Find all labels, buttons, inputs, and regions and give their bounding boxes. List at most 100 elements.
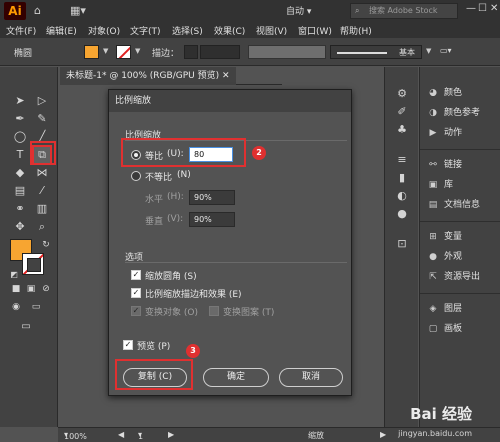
symbols-icon[interactable]: ♣ <box>395 123 409 137</box>
artboard-number[interactable]: 1 ▾ <box>138 430 143 441</box>
eyedropper-tool-icon[interactable]: ⁄ <box>34 183 50 199</box>
document-info-icon: ▤ <box>428 200 438 210</box>
variable-width-profile[interactable] <box>248 45 326 59</box>
appearance-icon: ● <box>429 252 437 262</box>
shape-type-label: 椭圆 <box>14 49 33 59</box>
selection-tool-icon[interactable]: ➤ <box>12 93 28 109</box>
stroke-color-swatch[interactable] <box>116 45 131 59</box>
draw-mode-icon[interactable]: ▭ <box>28 299 44 315</box>
document-tab-bar: 未标题-1* @ 100% (RGB/GPU 预览) ✕ <box>60 67 282 85</box>
panel-document-info[interactable]: ▤ 文档信息 <box>426 197 480 213</box>
none-mode-icon[interactable]: ⊘ <box>38 281 54 297</box>
zoom-level[interactable]: 100% ▾ <box>64 430 87 441</box>
stroke-color-box[interactable] <box>22 253 44 275</box>
close-button[interactable]: ✕ <box>490 3 498 14</box>
panel-appearance[interactable]: ● 外观 <box>426 249 462 265</box>
panel-color[interactable]: ◕ 颜色 <box>426 85 462 101</box>
scale-corners-checkbox[interactable]: ✓ <box>131 270 141 280</box>
menu-window[interactable]: 窗口(W) <box>298 24 332 37</box>
panel-layers[interactable]: ◈ 图层 <box>426 301 462 317</box>
menu-select[interactable]: 选择(S) <box>172 24 203 37</box>
menu-object[interactable]: 对象(O) <box>88 24 120 37</box>
stroke-weight-input[interactable] <box>200 45 240 59</box>
panel-actions[interactable]: ▶ 动作 <box>426 125 462 141</box>
vertical-scale-input[interactable]: 90% <box>189 212 235 227</box>
menu-view[interactable]: 视图(V) <box>256 24 287 37</box>
eraser-tool-icon[interactable]: ◆ <box>12 165 28 181</box>
gradient-mode-icon[interactable]: ▣ <box>23 281 39 297</box>
transform-objects-label: 变换对象 (O) <box>145 308 198 318</box>
curvature-tool-icon[interactable]: ✎ <box>34 111 50 127</box>
panel-dock: ◕ 颜色 ◑ 颜色参考 ▶ 动作 ⚯ 链接 ▣ 库 ▤ 文档信息 ⊞ 变量 ● 外观 ⇱ 资源导出… <box>419 67 500 427</box>
panel-variables[interactable]: ⊞ 变量 <box>426 229 462 245</box>
menu-effect[interactable]: 效果(C) <box>214 24 245 37</box>
chevron-down-icon[interactable]: ▼ <box>426 47 431 55</box>
document-tab[interactable]: 未标题-1* @ 100% (RGB/GPU 预览) ✕ <box>60 67 236 85</box>
search-icon: ⌕ <box>355 6 360 15</box>
graphic-style-icon[interactable]: ▭▾ <box>440 46 452 55</box>
zoom-tool-icon[interactable]: ⌕ <box>34 219 50 235</box>
menu-help[interactable]: 帮助(H) <box>340 24 372 37</box>
transform-objects-checkbox[interactable]: ✓ <box>131 306 141 316</box>
panel-links[interactable]: ⚯ 链接 <box>426 157 462 173</box>
type-tool-icon[interactable]: T <box>12 147 28 163</box>
prev-artboard-icon[interactable]: ◀ <box>118 430 124 439</box>
step-3-badge: 3 <box>186 344 200 358</box>
properties-icon[interactable]: ⚙ <box>395 87 409 101</box>
menu-file[interactable]: 文件(F) <box>6 24 36 37</box>
chevron-down-icon[interactable]: ▼ <box>135 47 140 55</box>
preview-checkbox[interactable]: ✓ <box>123 340 133 350</box>
width-tool-icon[interactable]: ⋈ <box>34 165 50 181</box>
minimize-button[interactable]: — <box>466 3 476 14</box>
baidu-watermark-logo: Bai 经验 <box>410 405 472 423</box>
chevron-down-icon[interactable]: ▼ <box>103 47 108 55</box>
ellipse-tool-icon[interactable]: ◯ <box>12 129 28 145</box>
menu-edit[interactable]: 编辑(E) <box>46 24 77 37</box>
draw-normal-icon[interactable]: ◉ <box>8 299 24 315</box>
appearance-icon[interactable]: ● <box>395 207 409 221</box>
ok-button[interactable]: 确定 <box>203 368 269 387</box>
brushes-icon[interactable]: ✐ <box>395 105 409 119</box>
fill-color-swatch[interactable] <box>84 45 99 59</box>
transform-patterns-label: 变换图案 (T) <box>223 308 275 318</box>
palette-icon: ◕ <box>429 88 437 98</box>
status-menu-icon[interactable]: ▶ <box>380 430 386 439</box>
home-icon[interactable]: ⌂ <box>34 4 41 17</box>
scale-strokes-checkbox[interactable]: ✓ <box>131 288 141 298</box>
transparency-icon[interactable]: ◐ <box>395 189 409 203</box>
workspace-switcher[interactable]: 自动 ▾ <box>286 4 311 17</box>
horizontal-scale-input[interactable]: 90% <box>189 190 235 205</box>
maximize-button[interactable]: ☐ <box>478 3 487 14</box>
artboard-tool-icon[interactable]: ✥ <box>12 219 28 235</box>
blend-tool-icon[interactable]: ⚭ <box>12 201 28 217</box>
transform-patterns-checkbox[interactable] <box>209 306 219 316</box>
direct-selection-tool-icon[interactable]: ▷ <box>34 93 50 109</box>
panel-color-guide[interactable]: ◑ 颜色参考 <box>426 105 480 121</box>
menu-type[interactable]: 文字(T) <box>130 24 161 37</box>
screen-mode-icon[interactable]: ▭ <box>18 319 34 335</box>
nonuniform-radio[interactable] <box>131 171 141 181</box>
stroke-icon[interactable]: ≡ <box>395 153 409 167</box>
scale-tool-highlight <box>30 141 56 165</box>
swap-fill-stroke-icon[interactable]: ↻ <box>38 237 54 253</box>
stroke-weight-stepper[interactable] <box>184 45 198 59</box>
arrange-documents-icon[interactable]: ▦▾ <box>70 4 86 17</box>
transform-icon[interactable]: ⊡ <box>395 237 409 251</box>
gradient-icon[interactable]: ▮ <box>395 171 409 185</box>
brush-definition[interactable]: 基本 <box>330 45 422 59</box>
color-mode-icon[interactable]: ■ <box>8 281 24 297</box>
control-bar: 椭圆 ▼ ▼ 描边： 基本 ▼ ▭▾ <box>0 38 500 66</box>
dialog-title: 比例缩放 <box>109 90 351 112</box>
panel-asset-export[interactable]: ⇱ 资源导出 <box>426 269 480 285</box>
stroke-weight-label: 描边： <box>152 49 180 59</box>
scale-dialog: 比例缩放 比例缩放 等比 (U): 80 不等比 (N) 水平 (H): 90%… <box>108 89 352 396</box>
panel-artboards[interactable]: ▢ 画板 <box>426 321 462 337</box>
panel-libraries[interactable]: ▣ 库 <box>426 177 453 193</box>
column-graph-tool-icon[interactable]: ▥ <box>34 201 50 217</box>
vertical-shortcut: (V): <box>167 214 184 224</box>
pen-tool-icon[interactable]: ✒ <box>12 111 28 127</box>
cancel-button[interactable]: 取消 <box>279 368 343 387</box>
stock-search-input[interactable]: ⌕ 搜索 Adobe Stock <box>350 3 458 19</box>
next-artboard-icon[interactable]: ▶ <box>168 430 174 439</box>
gradient-tool-icon[interactable]: ▤ <box>12 183 28 199</box>
